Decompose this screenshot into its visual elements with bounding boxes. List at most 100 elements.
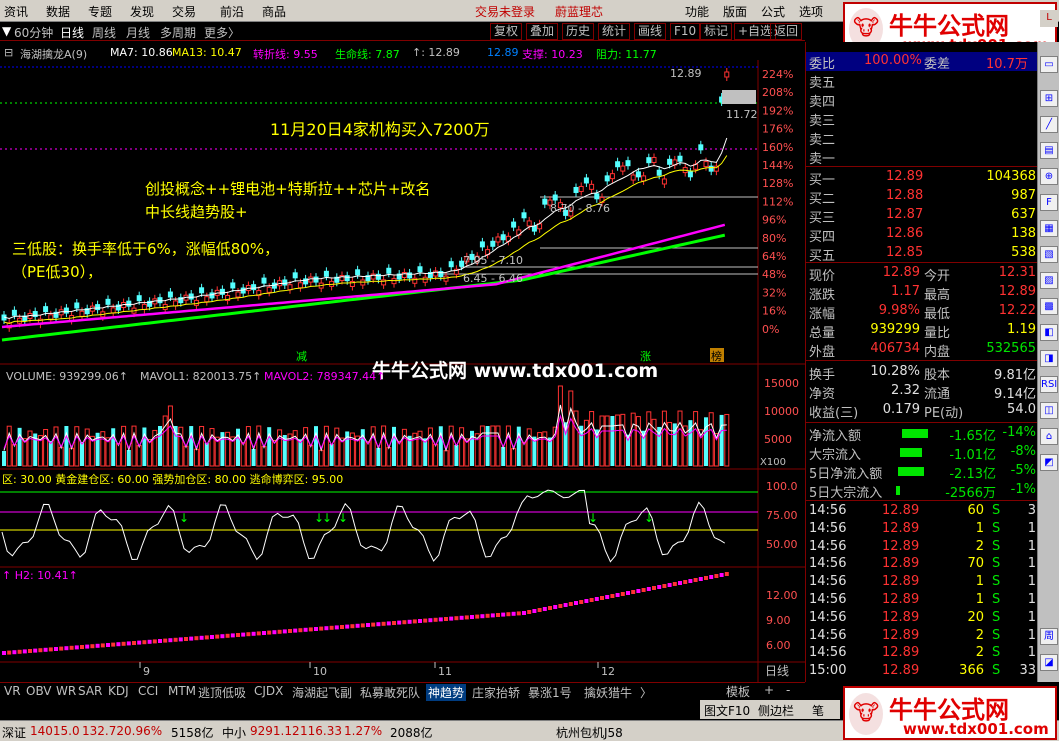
indicator-tab[interactable]: 暴涨1号 [526,684,574,701]
btn-lishi[interactable]: 历史 [562,23,595,40]
menu-shuju[interactable]: 数据 [46,3,70,20]
sidebar-icon-9[interactable]: ▨ [1040,272,1058,289]
candle [266,286,272,293]
btn-fanhui[interactable]: 返回 [770,23,803,40]
candle [490,240,496,247]
candle [583,177,589,184]
tab-multi[interactable]: 多周期 [160,24,196,41]
ind2-bar [340,625,344,629]
indicator-tab[interactable]: VR [2,684,23,698]
sell-row[interactable]: 卖二 [806,128,1038,148]
candle [417,266,423,273]
sidebar-icon-15[interactable]: ◩ [1040,454,1058,471]
candle [105,298,111,305]
sidebar-icon-5[interactable]: ⊕ [1040,168,1058,185]
sell-row[interactable]: 卖三 [806,109,1038,129]
sidebar-icon-6[interactable]: F [1040,194,1058,211]
indicator-tab[interactable]: 神趋势 [426,684,467,701]
sell-row[interactable]: 卖四 [806,90,1038,110]
indicator-tab[interactable]: WR [54,684,78,698]
btn-f10[interactable]: F10 [670,23,701,40]
sidebar-icon-16[interactable]: ◪ [1040,654,1058,671]
menu-faxian[interactable]: 发现 [130,3,154,20]
sidebar-week[interactable]: 周 [1040,628,1058,645]
ind2-bar [319,626,324,631]
sell-row[interactable]: 卖一 [806,147,1038,167]
btn-huaxian[interactable]: 画线 [634,23,667,40]
btn-fuquan[interactable]: 复权 [490,23,523,40]
tab-daily[interactable]: 日线 [60,24,84,41]
ind1-arrows: ↓ ↓↓ ↓ ↓ ↓ [179,511,654,525]
sidebar-icon-10[interactable]: ▩ [1040,298,1058,315]
buy-row[interactable]: 买四 12.86 138 [806,225,1038,245]
sidebar-rsi[interactable]: RSI [1040,376,1058,393]
sz-label[interactable]: 深证 [2,724,26,741]
indicator-tab[interactable]: CCI [136,684,160,698]
buy-row[interactable]: 买一 12.89 104368 [806,168,1038,188]
sidebar-icon-12[interactable]: ◨ [1040,350,1058,367]
btn-f10-text[interactable]: 图文F10 [704,702,750,719]
indicator-tab[interactable]: SAR [76,684,104,698]
btn-diejia[interactable]: 叠加 [526,23,559,40]
ind2-bar [288,629,292,633]
btn-plus[interactable]: + [764,683,774,697]
arrow-down-icon[interactable]: ▼ [2,24,11,38]
login-status[interactable]: 交易未登录 [475,3,535,20]
buy-row[interactable]: 买五 12.85 538 [806,244,1038,264]
btn-tongji[interactable]: 统计 [598,23,631,40]
sidebar-l[interactable]: L [1040,10,1058,27]
menu-qianyan[interactable]: 前沿 [220,3,244,20]
sidebar-icon-8[interactable]: ▧ [1040,246,1058,263]
menu-banmian[interactable]: 版面 [723,3,747,20]
indicator-tab[interactable]: CJDX [252,684,285,698]
sell-row[interactable]: 卖五 [806,71,1038,91]
btn-pen[interactable]: 笔 [812,702,824,719]
tab-weekly[interactable]: 周线 [92,24,116,41]
tick-count: 1 [1027,538,1036,554]
sidebar-icon-7[interactable]: ▦ [1040,220,1058,237]
indicator-tab[interactable]: 海湖起飞副 [290,684,354,701]
btn-template[interactable]: 模板 [726,683,750,700]
sidebar-icon-2[interactable]: ⊞ [1040,90,1058,107]
sidebar-icon-3[interactable]: ╱ [1040,116,1058,133]
price-tick: 16% [762,305,786,318]
indicator-tab[interactable]: 〉 [638,684,654,701]
sell-label: 卖二 [809,133,836,148]
btn-biaoji[interactable]: 标记 [700,23,733,40]
indicator-tab[interactable]: 擒妖猎牛 [582,684,634,701]
buy-row[interactable]: 买二 12.88 987 [806,187,1038,207]
menu-zhuanti[interactable]: 专题 [88,3,112,20]
indicator-tab[interactable]: MTM [166,684,198,698]
tab-monthly[interactable]: 月线 [126,24,150,41]
candle [724,71,730,78]
sz-change: 132.72 [82,724,124,738]
connection-status: 杭州包机J58 [556,726,623,740]
menu-shangpin[interactable]: 商品 [262,3,286,20]
candle [630,174,636,181]
btn-minus[interactable]: - [786,683,790,697]
chart-area[interactable]: 224% 208% 192% 176% 160% 144% 128% 112% 96% 80% 64… [0,42,805,682]
menu-zixun[interactable]: 资讯 [4,3,28,20]
buy-row[interactable]: 买三 12.87 637 [806,206,1038,226]
sidebar-icon-1[interactable]: ▭ [1040,56,1058,73]
menu-gongshi[interactable]: 公式 [761,3,785,20]
tab-60min[interactable]: 60分钟 [14,24,53,41]
sidebar-icon-14[interactable]: ⌂ [1040,428,1058,445]
tab-more[interactable]: 更多〉 [204,24,240,41]
menu-gongneng[interactable]: 功能 [685,3,709,20]
buy-label: 买四 [809,230,836,245]
ind2-bar [334,625,339,630]
indicator-tab[interactable]: 逃顶低吸 [196,684,248,701]
indicator-tab[interactable]: OBV [24,684,54,698]
sidebar-icon-13[interactable]: ◫ [1040,402,1058,419]
menu-xuanxiang[interactable]: 选项 [799,3,823,20]
indicator-tab[interactable]: 庄家抬轿 [470,684,522,701]
btn-sidebar[interactable]: 侧边栏 [758,702,794,719]
sidebar-icon-11[interactable]: ◧ [1040,324,1058,341]
menu-jiaoyi[interactable]: 交易 [172,3,196,20]
ind2-bar [506,612,511,617]
indicator-tab[interactable]: KDJ [106,684,131,698]
zx-label[interactable]: 中小 [222,724,246,741]
sidebar-icon-4[interactable]: ▤ [1040,142,1058,159]
indicator-tab[interactable]: 私募敢死队 [358,684,422,701]
